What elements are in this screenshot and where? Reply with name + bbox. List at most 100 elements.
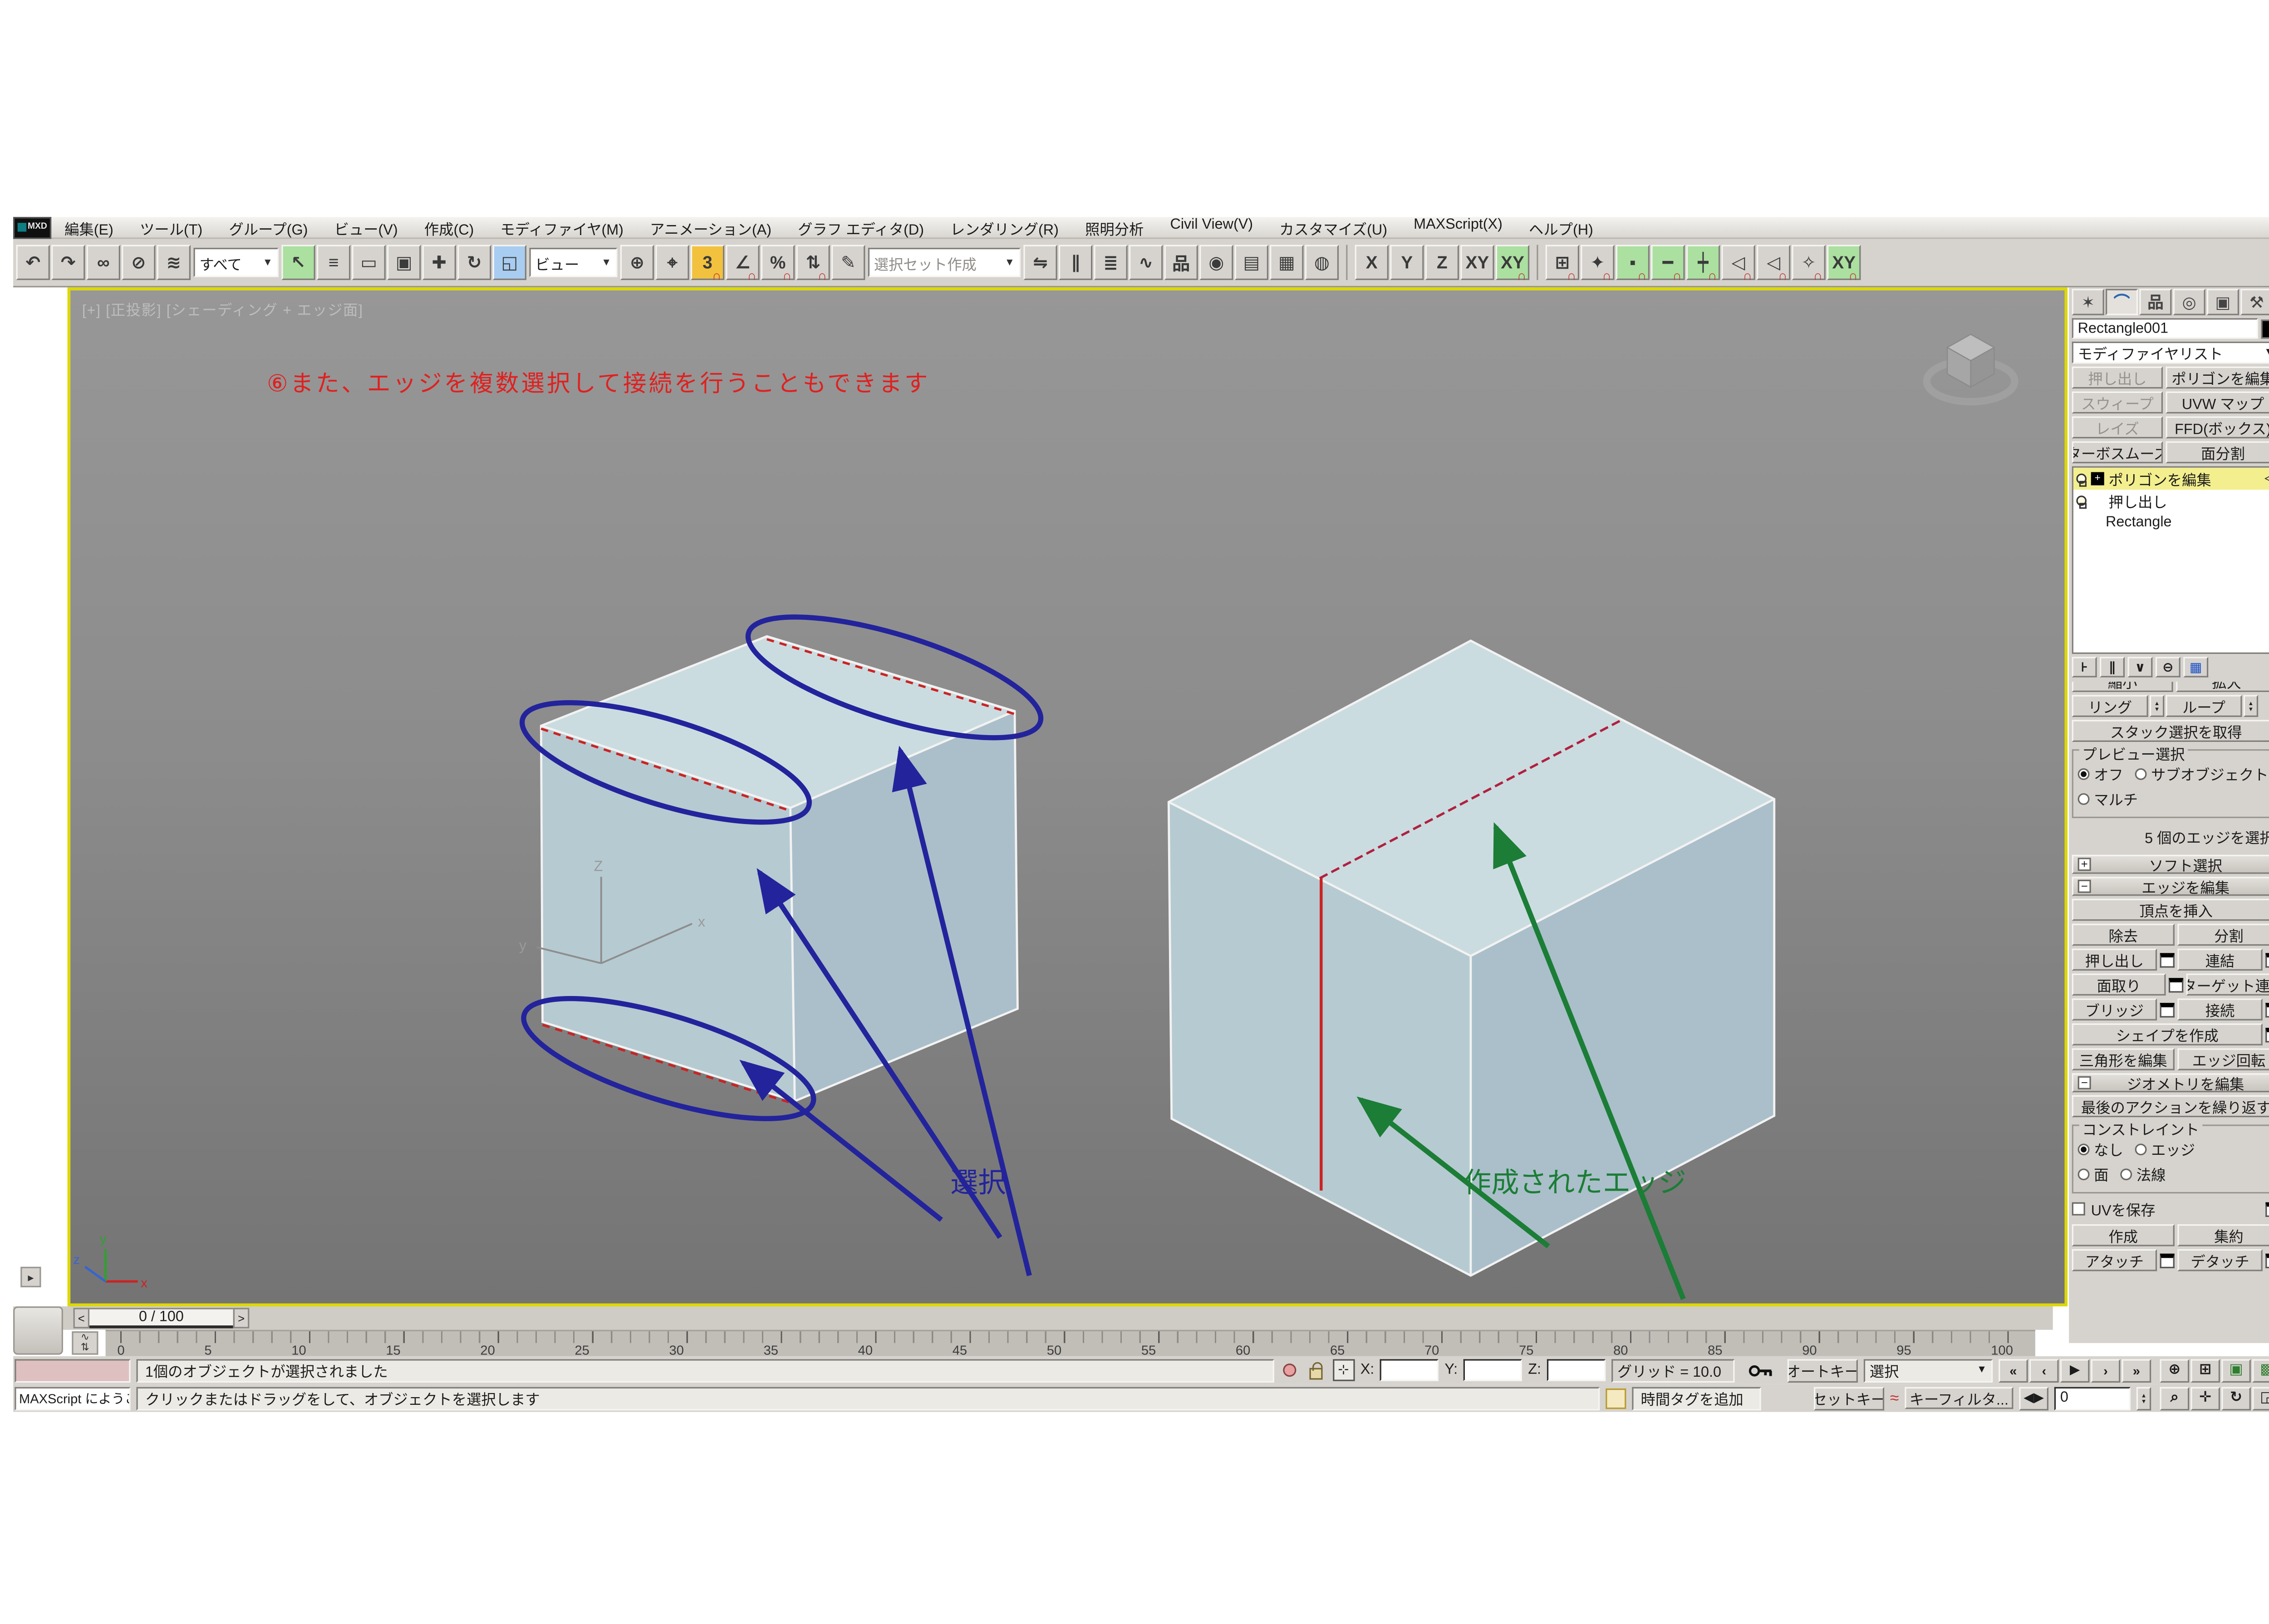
- tab-create[interactable]: ✶: [2072, 289, 2104, 315]
- selection-filter-combo[interactable]: すべて▼: [194, 248, 279, 277]
- create-button[interactable]: 作成: [2072, 1224, 2175, 1246]
- viewport-label[interactable]: [+] [正投影] [シェーディング + エッジ面]: [82, 298, 363, 319]
- mini-curve-editor-toggle[interactable]: ∿⇅: [72, 1331, 98, 1355]
- render-setup-icon[interactable]: ▤: [1235, 245, 1268, 280]
- reference-coordinate-combo[interactable]: ビュー▼: [529, 248, 617, 277]
- modifier-quick-button[interactable]: ターボスムーズ: [2072, 442, 2163, 463]
- modifier-list-dropdown[interactable]: モディファイヤリスト▼: [2072, 342, 2269, 363]
- menu-item[interactable]: MAXScript(X): [1400, 216, 1516, 238]
- split-button[interactable]: 分割: [2177, 924, 2269, 946]
- bridge-settings-icon[interactable]: [2160, 1002, 2175, 1017]
- preserve-uv-checkbox[interactable]: [2072, 1202, 2085, 1216]
- coordinate-display-mode-icon[interactable]: ⊹: [1332, 1359, 1354, 1381]
- auto-key-button[interactable]: オートキー: [1788, 1359, 1858, 1382]
- collapse-button[interactable]: 集約: [2177, 1224, 2269, 1246]
- extrude-button[interactable]: 押し出し: [2072, 949, 2157, 971]
- maxscript-mini-listener-pink[interactable]: [15, 1359, 130, 1382]
- restrict-x-icon[interactable]: X: [1355, 245, 1389, 280]
- midpoint-snap-icon[interactable]: ┿∩: [1686, 245, 1720, 280]
- stack-row-rectangle[interactable]: Rectangle: [2073, 512, 2269, 534]
- snap-toggle-3d-icon[interactable]: 3∩: [691, 245, 724, 280]
- modifier-visibility-bulb-icon[interactable]: [2076, 496, 2087, 506]
- use-pivot-center-icon[interactable]: ⊕: [620, 245, 654, 280]
- menu-item[interactable]: レンダリング(R): [937, 216, 1072, 238]
- rectangular-selection-icon[interactable]: ▭: [352, 245, 385, 280]
- bridge-button[interactable]: ブリッジ: [2072, 998, 2157, 1020]
- named-selection-set-combo[interactable]: 選択セット作成▼: [868, 248, 1021, 277]
- chamfer-settings-icon[interactable]: [2169, 977, 2183, 992]
- connect-settings-icon[interactable]: [2265, 1002, 2269, 1017]
- modifier-quick-button[interactable]: スウィープ: [2072, 392, 2163, 413]
- next-frame-arrow[interactable]: >: [233, 1308, 250, 1328]
- pan-icon[interactable]: ✛: [2190, 1386, 2220, 1410]
- redo-icon[interactable]: ↷: [51, 245, 85, 280]
- x-coordinate-field[interactable]: [1380, 1359, 1439, 1381]
- grid-snap-icon[interactable]: ⊞∩: [1546, 245, 1579, 280]
- menu-item[interactable]: アニメーション(A): [637, 216, 785, 238]
- select-object-icon[interactable]: ↖: [281, 245, 315, 280]
- render-icon[interactable]: ◍: [1305, 245, 1339, 280]
- viewport[interactable]: Z x y: [68, 287, 2068, 1306]
- object-name-field[interactable]: Rectangle001: [2072, 318, 2258, 339]
- vertex-snap-icon[interactable]: ▪∩: [1616, 245, 1650, 280]
- modifier-quick-button[interactable]: レイズ: [2072, 417, 2163, 438]
- next-frame-button[interactable]: ›: [2091, 1359, 2121, 1382]
- attach-button[interactable]: アタッチ: [2072, 1249, 2157, 1271]
- zoom-extents-icon[interactable]: ▣: [2221, 1359, 2251, 1382]
- tab-display[interactable]: ▣: [2207, 289, 2239, 315]
- menu-item[interactable]: カスタマイズ(U): [1266, 216, 1400, 238]
- time-slider-value[interactable]: 0 / 100: [89, 1308, 233, 1328]
- menu-item[interactable]: 作成(C): [411, 216, 487, 238]
- get-stack-selection-button[interactable]: スタック選択を取得: [2072, 720, 2269, 742]
- bind-to-spacewarp-icon[interactable]: ≋: [157, 245, 191, 280]
- tab-utilities[interactable]: ⚒: [2240, 289, 2269, 315]
- previous-frame-button[interactable]: ‹: [2029, 1359, 2059, 1382]
- weld-settings-icon[interactable]: [2265, 952, 2269, 967]
- panel-expander-button[interactable]: ▸: [20, 1267, 41, 1287]
- repeat-last-button[interactable]: 最後のアクションを繰り返す: [2072, 1095, 2269, 1117]
- key-mode-icon[interactable]: [1740, 1359, 1781, 1382]
- restrict-y-icon[interactable]: Y: [1390, 245, 1424, 280]
- modifier-visibility-bulb-icon[interactable]: [2076, 474, 2087, 484]
- schematic-view-icon[interactable]: 品: [1164, 245, 1198, 280]
- face-snap-icon[interactable]: ◁∩: [1721, 245, 1755, 280]
- object-color-swatch[interactable]: [2261, 319, 2269, 338]
- percent-snap-icon[interactable]: %∩: [761, 245, 795, 280]
- create-shape-button[interactable]: シェイプを作成: [2072, 1023, 2263, 1045]
- rollout-soft-selection[interactable]: + ソフト選択: [2072, 855, 2269, 874]
- zoom-region-icon[interactable]: ⌕: [2160, 1386, 2190, 1410]
- z-coordinate-field[interactable]: [1547, 1359, 1606, 1381]
- select-and-manipulate-icon[interactable]: ⌖: [655, 245, 689, 280]
- curve-editor-icon[interactable]: ∿: [1129, 245, 1163, 280]
- radio-preview-off[interactable]: オフ: [2078, 762, 2123, 784]
- add-time-tag-button[interactable]: 時間タグを追加: [1632, 1386, 1761, 1410]
- make-unique-icon[interactable]: ∨: [2127, 657, 2152, 677]
- remove-button[interactable]: 除去: [2072, 924, 2175, 946]
- radio-constraint-edge[interactable]: エッジ: [2135, 1138, 2195, 1159]
- shrink-button[interactable]: 縮小: [2072, 682, 2173, 692]
- menu-item[interactable]: ヘルプ(H): [1516, 216, 1606, 238]
- key-filters-button[interactable]: キーフィルタ...: [1905, 1387, 2013, 1409]
- frame-spinner[interactable]: ▲▼: [2136, 1386, 2151, 1410]
- play-button[interactable]: ▶: [2060, 1359, 2090, 1382]
- edit-triangulation-button[interactable]: 三角形を編集: [2072, 1048, 2175, 1070]
- align-icon[interactable]: ∥: [1059, 245, 1092, 280]
- select-and-link-icon[interactable]: ∞: [87, 245, 120, 280]
- y-coordinate-field[interactable]: [1464, 1359, 1522, 1381]
- maxscript-mini-listener[interactable]: MAXScript にようこ: [15, 1386, 130, 1410]
- subobject-level-icon[interactable]: +: [2091, 472, 2104, 485]
- create-shape-settings-icon[interactable]: [2265, 1027, 2269, 1041]
- select-and-move-icon[interactable]: ✚: [422, 245, 456, 280]
- menu-item[interactable]: ビュー(V): [321, 216, 411, 238]
- modifier-quick-button[interactable]: 面分割: [2166, 442, 2269, 463]
- menu-item[interactable]: モディファイヤ(M): [487, 216, 637, 238]
- timeline-left-button[interactable]: [13, 1306, 63, 1355]
- pivot-snap-icon[interactable]: ✦∩: [1581, 245, 1614, 280]
- radio-preview-multi[interactable]: マルチ: [2078, 787, 2138, 809]
- modifier-quick-button[interactable]: ポリゴンを編集: [2166, 367, 2269, 388]
- ring-button[interactable]: リング: [2072, 695, 2148, 717]
- ring-spinner[interactable]: ▲▼: [2150, 695, 2164, 717]
- isolate-toggle-icon[interactable]: [1280, 1359, 1300, 1382]
- current-frame-field[interactable]: 0: [2054, 1386, 2131, 1410]
- target-weld-button[interactable]: ターゲット連結: [2186, 974, 2269, 996]
